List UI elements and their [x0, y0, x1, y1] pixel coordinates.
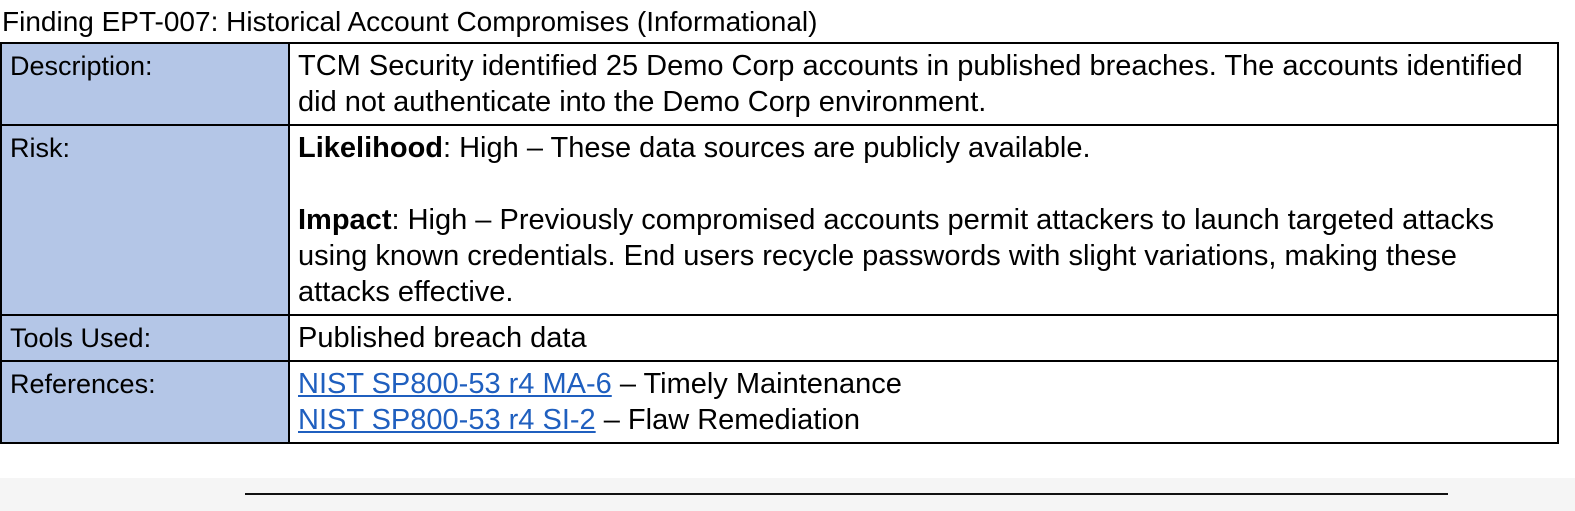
reference-suffix: – Flaw Remediation [595, 404, 861, 436]
likelihood-line: Likelihood: High – These data sources ar… [298, 130, 1549, 166]
description-value: TCM Security identified 25 Demo Corp acc… [288, 42, 1559, 126]
risk-spacer [298, 166, 1549, 202]
report-page: Finding EPT-007: Historical Account Comp… [0, 0, 1575, 511]
risk-label: Risk: [0, 124, 290, 316]
description-row: Description: TCM Security identified 25 … [0, 42, 1559, 126]
likelihood-text: : High – These data sources are publicly… [443, 132, 1091, 164]
likelihood-label: Likelihood [298, 132, 443, 164]
references-value: NIST SP800-53 r4 MA-6 – Timely Maintenan… [288, 360, 1559, 444]
footer-divider [245, 493, 1448, 495]
reference-item: NIST SP800-53 r4 MA-6 – Timely Maintenan… [298, 366, 1549, 402]
reference-link-ma-6[interactable]: NIST SP800-53 r4 MA-6 [298, 368, 612, 400]
impact-line: Impact: High – Previously compromised ac… [298, 202, 1549, 310]
finding-title: Finding EPT-007: Historical Account Comp… [2, 6, 818, 37]
finding-table: Description: TCM Security identified 25 … [0, 42, 1559, 444]
description-label: Description: [0, 42, 290, 126]
reference-link-si-2[interactable]: NIST SP800-53 r4 SI-2 [298, 404, 596, 436]
references-row: References: NIST SP800-53 r4 MA-6 – Time… [0, 360, 1559, 444]
tools-value: Published breach data [288, 314, 1559, 362]
risk-value: Likelihood: High – These data sources ar… [288, 124, 1559, 316]
impact-text: : High – Previously compromised accounts… [298, 204, 1494, 308]
reference-item: NIST SP800-53 r4 SI-2 – Flaw Remediation [298, 402, 1549, 438]
risk-row: Risk: Likelihood: High – These data sour… [0, 124, 1559, 316]
impact-label: Impact [298, 204, 392, 236]
tools-label: Tools Used: [0, 314, 290, 362]
references-label: References: [0, 360, 290, 444]
reference-suffix: – Timely Maintenance [611, 368, 902, 400]
tools-row: Tools Used: Published breach data [0, 314, 1559, 362]
